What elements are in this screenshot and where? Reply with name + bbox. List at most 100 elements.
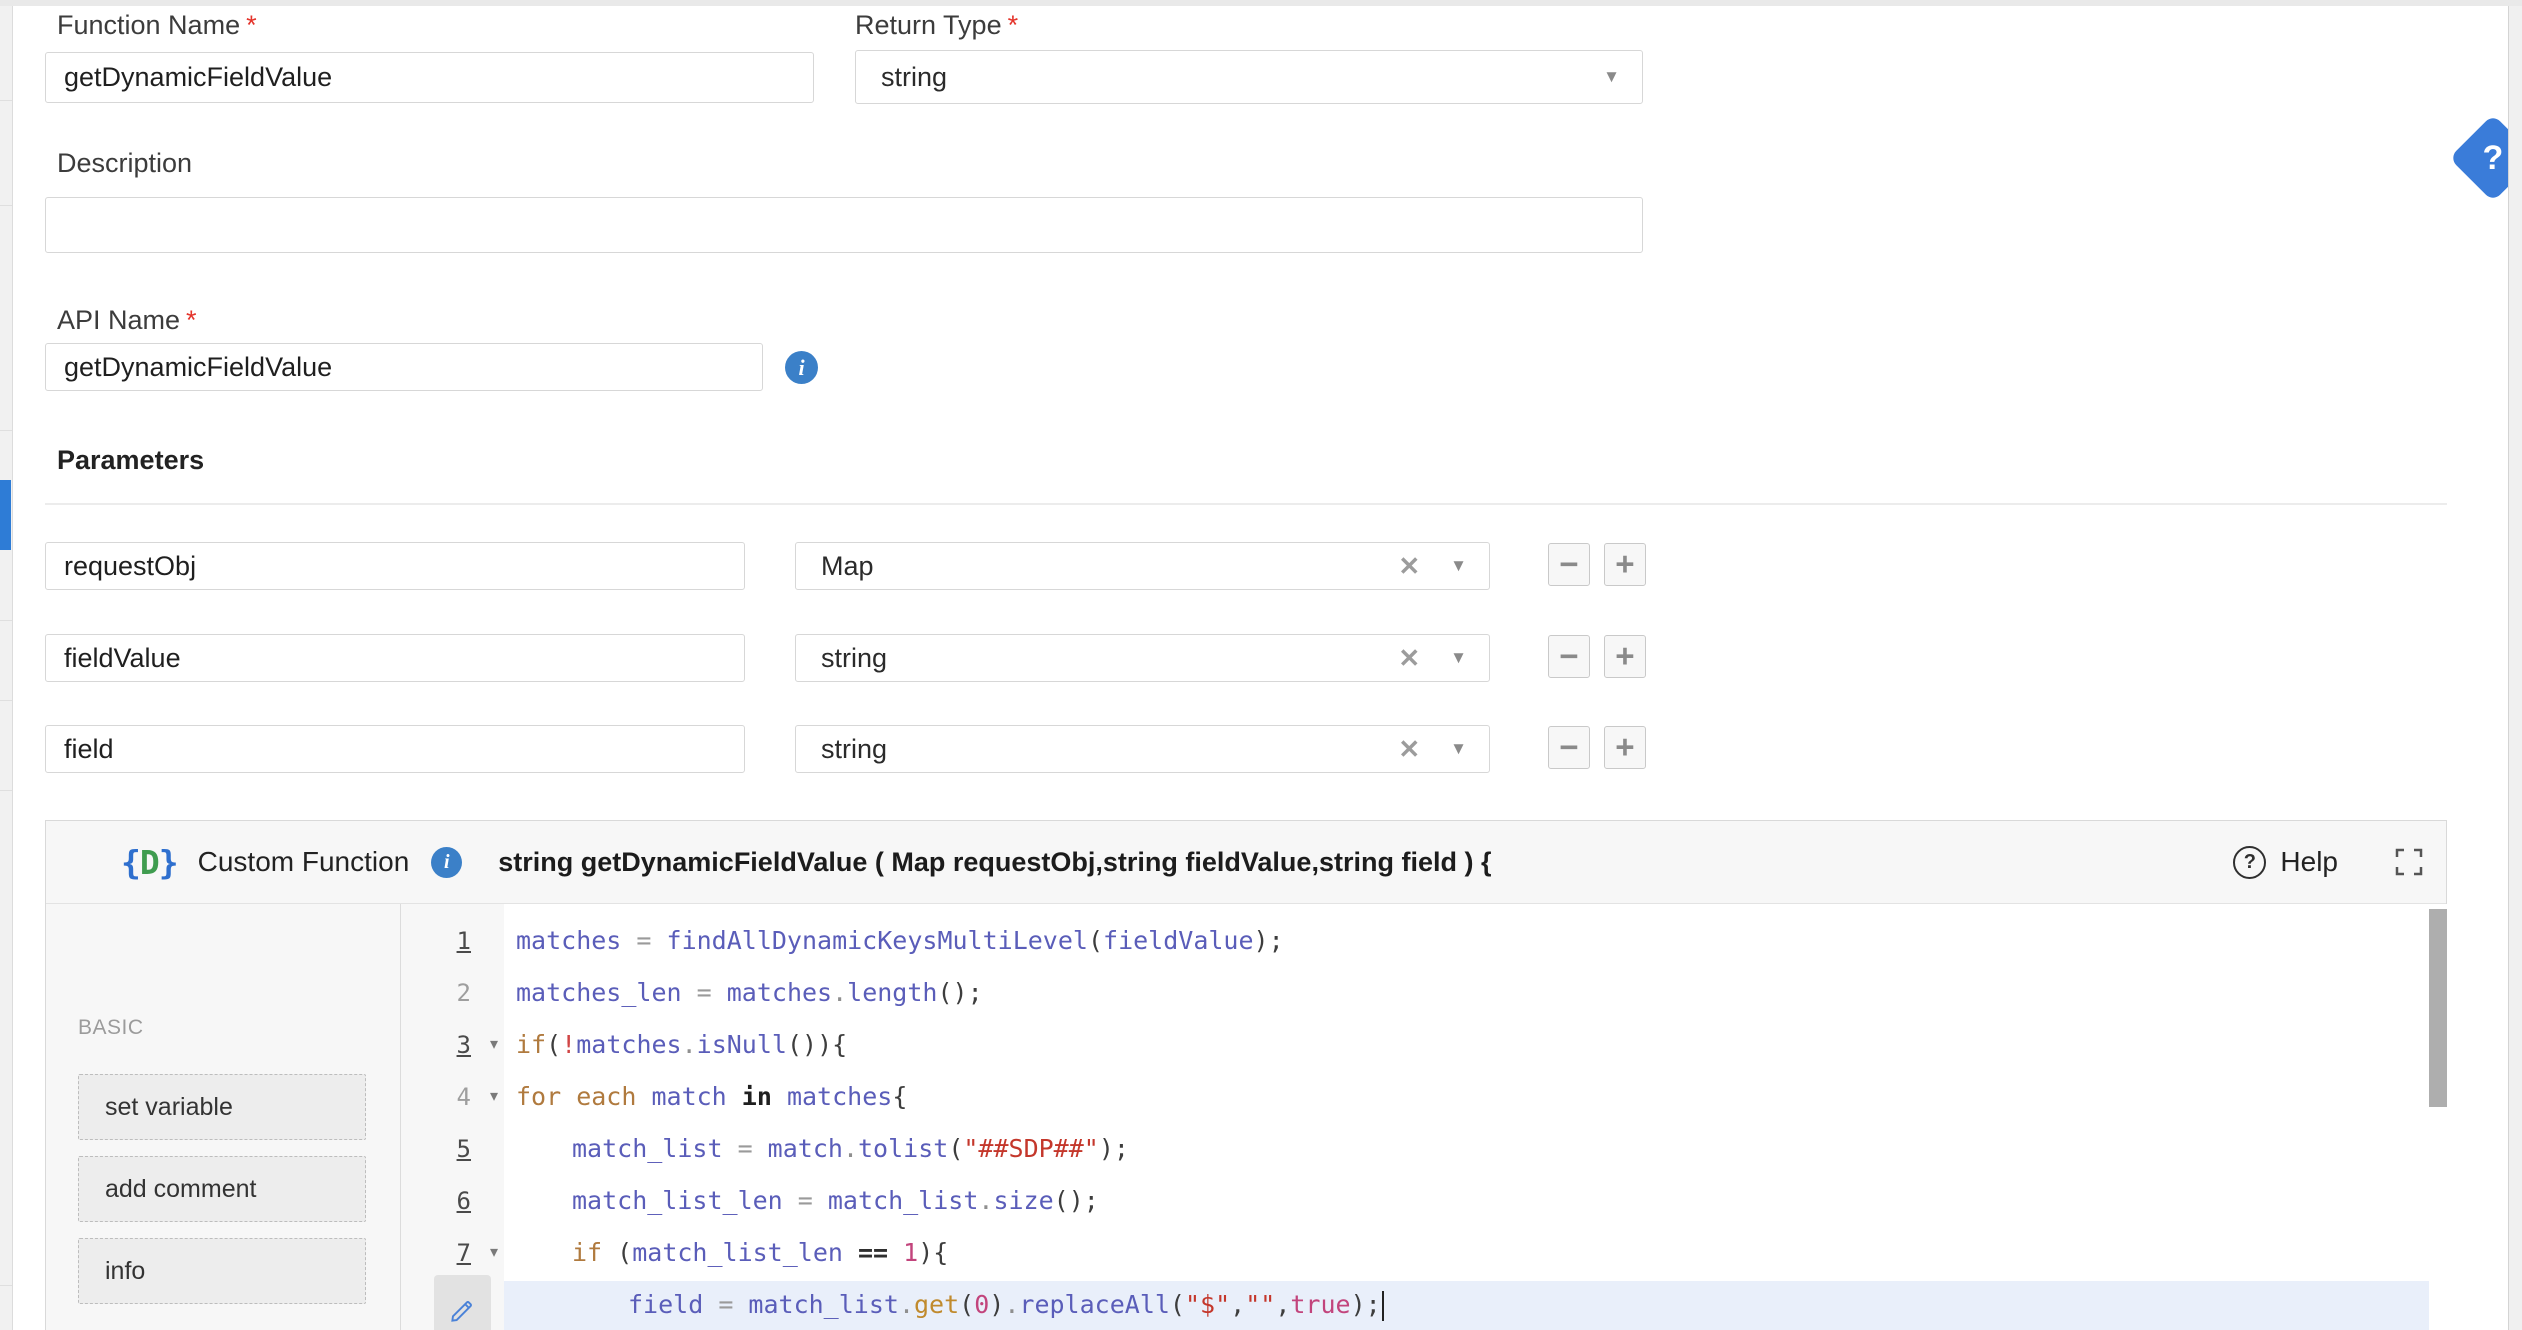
function-name-input[interactable]	[45, 52, 814, 103]
clear-icon[interactable]: ✕	[1398, 734, 1420, 765]
code-token: ==	[843, 1238, 903, 1267]
code-token: match_list	[572, 1134, 723, 1163]
parameter-row: string✕ ▼ −+	[0, 634, 2522, 682]
code-line[interactable]: matches = findAllDynamicKeysMultiLevel(f…	[516, 915, 1284, 967]
description-label: Description	[57, 148, 192, 179]
parameter-type-select[interactable]: string✕ ▼	[795, 634, 1490, 682]
code-token: (	[1170, 1290, 1185, 1319]
code-token: size	[993, 1186, 1053, 1215]
sidebar-item-set-variable[interactable]: set variable	[78, 1074, 366, 1140]
line-number[interactable]: 3	[401, 1019, 471, 1071]
function-name-label: Function Name*	[57, 10, 257, 41]
api-name-info-icon[interactable]: i	[785, 351, 818, 384]
parameters-heading: Parameters	[57, 445, 204, 476]
code-line[interactable]: for each match in matches{	[516, 1071, 907, 1123]
parameter-name-input[interactable]	[45, 634, 745, 682]
parameter-row: Map✕▼−+	[0, 542, 2522, 590]
left-rail-divider	[0, 1285, 12, 1286]
code-token: if	[572, 1238, 617, 1267]
remove-parameter-button[interactable]: −	[1548, 726, 1590, 769]
chevron-down-icon[interactable]: ▼	[1603, 67, 1620, 87]
chevron-down-icon[interactable]: ▼	[1450, 556, 1467, 576]
code-token: true	[1290, 1290, 1350, 1319]
fold-arrow-icon[interactable]: ▾	[483, 1019, 505, 1071]
parameter-name-input[interactable]	[45, 542, 745, 590]
editor-sidebar: BASICset variableadd commentinfoCONDITIO…	[46, 904, 401, 1330]
parameter-type-select[interactable]: string✕ ▼	[795, 725, 1490, 773]
editor-header: {D} Custom Function i string getDynamicF…	[46, 821, 2446, 904]
custom-function-info-icon[interactable]: i	[431, 847, 462, 878]
parameter-type-value: string	[796, 643, 1398, 674]
code-token: if	[516, 1030, 546, 1059]
code-token: 0	[974, 1290, 989, 1319]
line-number[interactable]: 2	[401, 967, 471, 1019]
fullscreen-icon[interactable]	[2394, 847, 2424, 877]
code-token: (	[1088, 926, 1103, 955]
required-mark: *	[246, 10, 257, 40]
left-rail-divider	[0, 620, 12, 621]
custom-function-page: Function Name* Return Type* string ▼ Des…	[0, 0, 2522, 1330]
fold-arrow-icon[interactable]: ▾	[483, 1227, 505, 1279]
code-token: ){	[918, 1238, 948, 1267]
code-token: ""	[1245, 1290, 1275, 1319]
code-line[interactable]: if(!matches.isNull()){	[516, 1019, 847, 1071]
left-rail-divider	[0, 700, 12, 701]
code-token: );	[1099, 1134, 1129, 1163]
api-name-input[interactable]	[45, 343, 763, 391]
remove-parameter-button[interactable]: −	[1548, 635, 1590, 678]
code-line[interactable]: match_list = match.tolist("##SDP##");	[572, 1123, 1129, 1175]
return-type-select[interactable]: string ▼	[855, 50, 1643, 104]
return-type-label: Return Type*	[855, 10, 1018, 41]
line-number[interactable]: 7	[401, 1227, 471, 1279]
sidebar-item-add-comment[interactable]: add comment	[78, 1156, 366, 1222]
code-token: (	[617, 1238, 632, 1267]
return-type-value: string	[856, 62, 1603, 93]
code-token: matches	[787, 1082, 892, 1111]
add-parameter-button[interactable]: +	[1604, 726, 1646, 769]
code-token: in	[727, 1082, 787, 1111]
line-number[interactable]: 6	[401, 1175, 471, 1227]
code-token: match_list_len	[632, 1238, 843, 1267]
required-mark: *	[186, 305, 197, 335]
clear-icon[interactable]: ✕	[1398, 551, 1420, 582]
code-token: ()){	[787, 1030, 847, 1059]
clear-icon[interactable]: ✕	[1398, 643, 1420, 674]
help-button[interactable]: ? Help	[2233, 846, 2338, 879]
code-line[interactable]: matches_len = matches.length();	[516, 967, 983, 1019]
remove-parameter-button[interactable]: −	[1548, 543, 1590, 586]
parameter-type-select[interactable]: Map✕▼	[795, 542, 1490, 590]
editor-title: Custom Function	[198, 846, 410, 878]
parameter-type-value: string	[796, 734, 1398, 765]
code-line[interactable]: if (match_list_len == 1){	[572, 1227, 948, 1279]
help-question-icon: ?	[2233, 846, 2266, 879]
chevron-down-icon[interactable]: ▼	[1450, 739, 1467, 759]
edit-line-button[interactable]	[434, 1275, 491, 1330]
code-token: fieldValue	[1103, 926, 1254, 955]
line-number[interactable]: 5	[401, 1123, 471, 1175]
line-number[interactable]: 4	[401, 1071, 471, 1123]
code-line[interactable]: match_list_len = match_list.size();	[572, 1175, 1099, 1227]
sidebar-item-info[interactable]: info	[78, 1238, 366, 1304]
code-token: get	[914, 1290, 959, 1319]
editor-scrollbar-thumb[interactable]	[2429, 909, 2447, 1107]
pencil-icon	[449, 1297, 476, 1324]
add-parameter-button[interactable]: +	[1604, 635, 1646, 678]
line-number[interactable]: 1	[401, 915, 471, 967]
chevron-down-icon[interactable]: ▼	[1450, 648, 1467, 668]
script-editor: {D} Custom Function i string getDynamicF…	[45, 820, 2447, 1330]
deluge-logo-icon: {D}	[121, 843, 178, 882]
description-input[interactable]	[45, 197, 1643, 253]
left-rail-divider	[0, 790, 12, 791]
code-token: ();	[937, 978, 982, 1007]
code-line[interactable]: field = match_list.get(0).replaceAll("$"…	[628, 1279, 1384, 1330]
code-token: for each	[516, 1082, 651, 1111]
add-parameter-button[interactable]: +	[1604, 543, 1646, 586]
left-rail-divider	[0, 205, 12, 206]
editor-body: BASICset variableadd commentinfoCONDITIO…	[46, 904, 2448, 1330]
right-edge-strip	[2508, 0, 2522, 1330]
parameter-name-input[interactable]	[45, 725, 745, 773]
fold-arrow-icon[interactable]: ▾	[483, 1071, 505, 1123]
code-token: =	[723, 1134, 768, 1163]
left-rail-active-indicator[interactable]	[0, 480, 11, 550]
api-name-label: API Name*	[57, 305, 197, 336]
